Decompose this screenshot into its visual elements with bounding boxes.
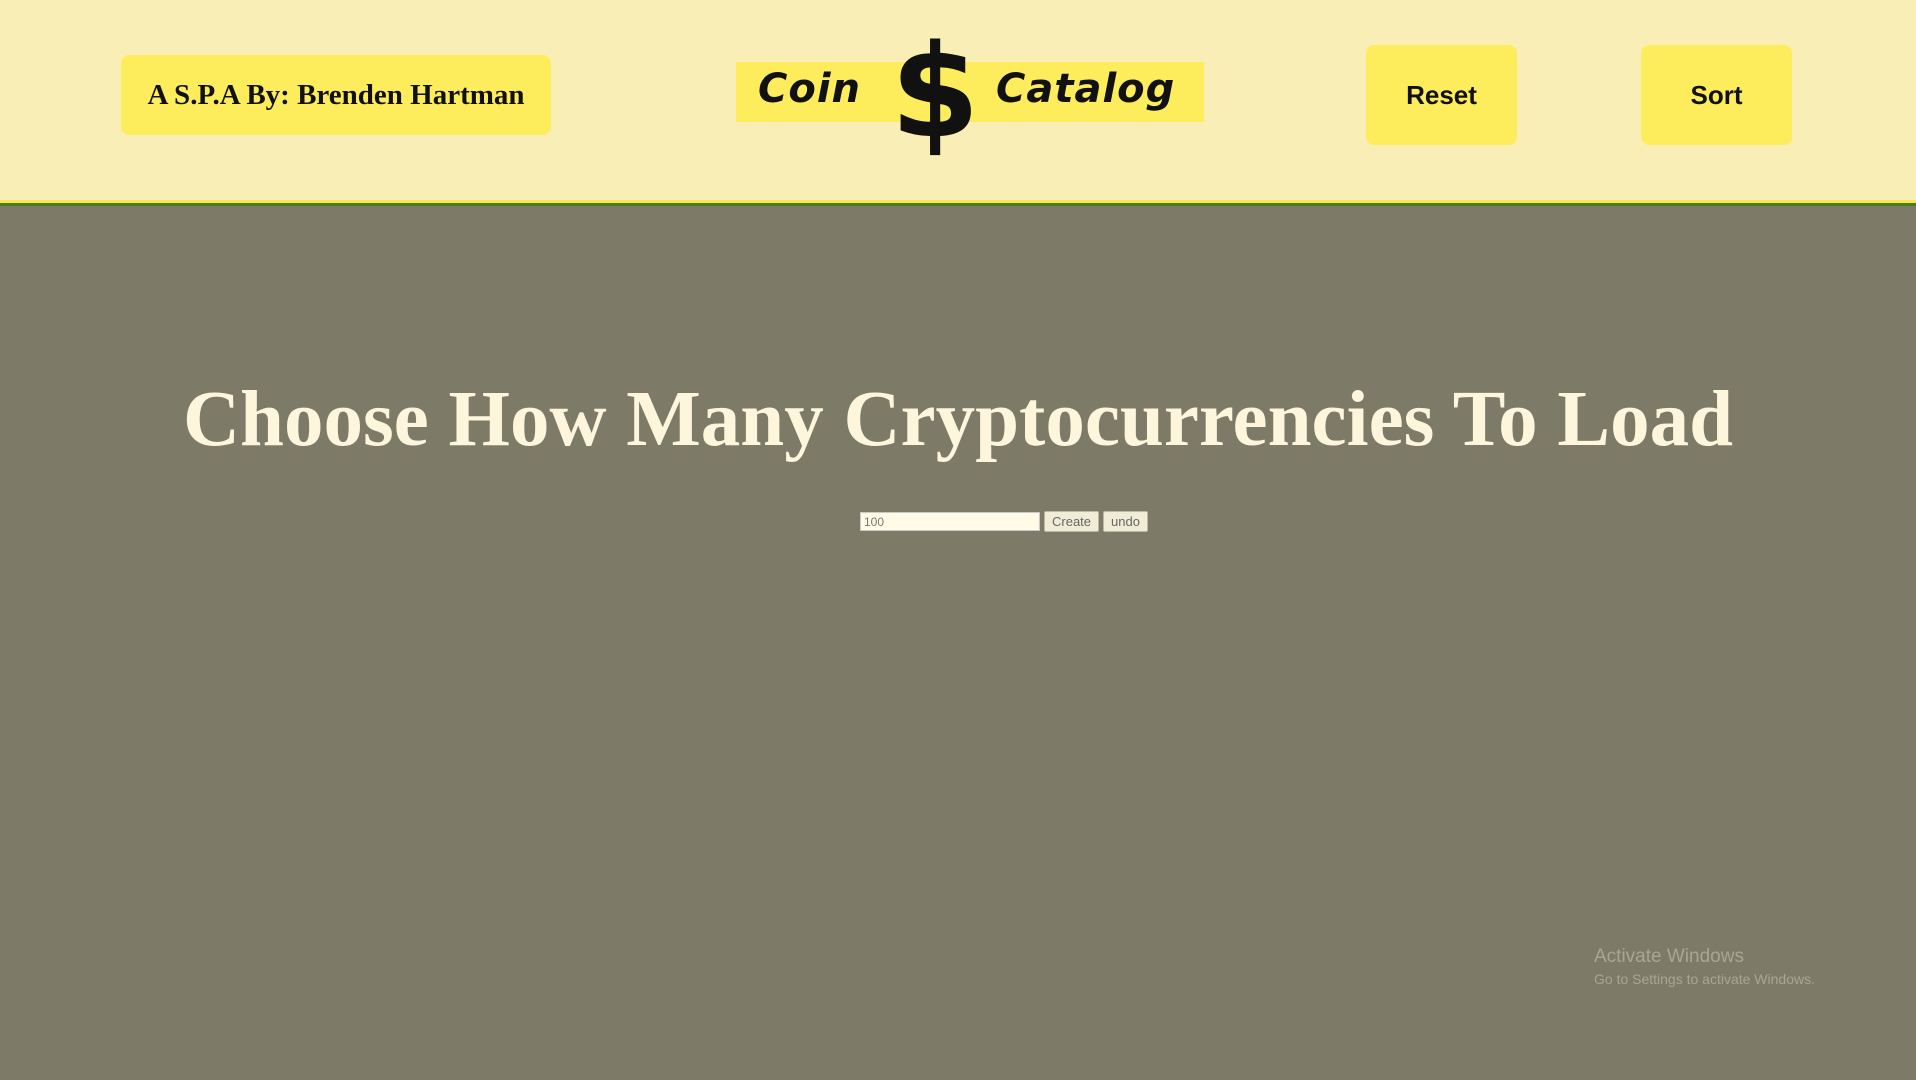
- coin-catalog-logo: Coin $ Catalog: [736, 29, 1204, 157]
- load-controls: Create undo: [860, 511, 1148, 532]
- coin-count-input[interactable]: [860, 512, 1040, 531]
- activate-windows-watermark: Activate Windows Go to Settings to activ…: [1594, 945, 1815, 989]
- app-header: A S.P.A By: Brenden Hartman Coin $ Catal…: [0, 0, 1916, 203]
- logo-word-catalog: Catalog: [996, 66, 1176, 112]
- sort-button[interactable]: Sort: [1641, 45, 1792, 145]
- page-title: Choose How Many Cryptocurrencies To Load: [182, 376, 1734, 463]
- watermark-subtitle: Go to Settings to activate Windows.: [1594, 971, 1815, 987]
- reset-button[interactable]: Reset: [1366, 45, 1517, 145]
- watermark-title: Activate Windows: [1594, 946, 1744, 967]
- author-badge: A S.P.A By: Brenden Hartman: [121, 55, 551, 135]
- logo-word-coin: Coin: [758, 66, 862, 112]
- author-label: A S.P.A By: Brenden Hartman: [147, 78, 525, 111]
- undo-button[interactable]: undo: [1103, 511, 1148, 532]
- create-button[interactable]: Create: [1044, 511, 1100, 532]
- dollar-sign-icon: $: [890, 18, 980, 167]
